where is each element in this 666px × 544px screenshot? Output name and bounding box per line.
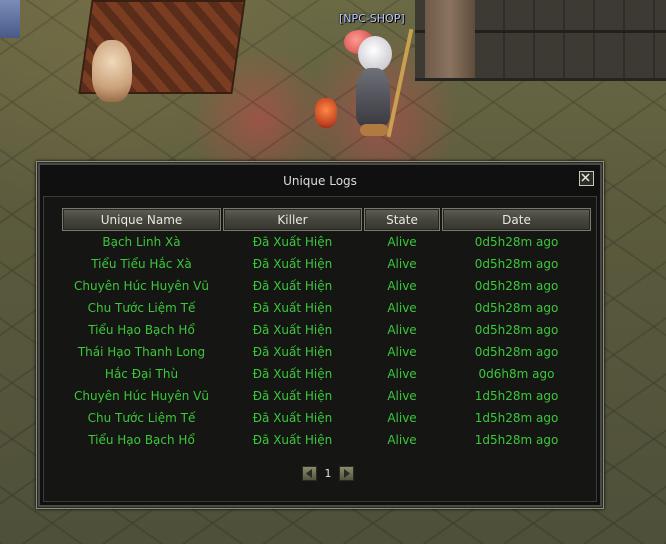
state-cell: Alive bbox=[387, 433, 417, 447]
npc-body bbox=[356, 68, 390, 126]
killer-cell: Đã Xuất Hiện bbox=[252, 433, 333, 447]
killer-cell: Đã Xuất Hiện bbox=[252, 235, 333, 249]
unique-name-cell: Thái Hạo Thanh Long bbox=[77, 345, 206, 359]
pagination: 1 bbox=[302, 465, 354, 481]
column-header-killer[interactable]: Killer bbox=[223, 208, 362, 231]
state-cell: Alive bbox=[387, 411, 417, 425]
unique-logs-table: Unique Name Killer State Date Bạch Linh … bbox=[60, 208, 593, 451]
close-button[interactable] bbox=[579, 171, 594, 186]
arrow-right-icon bbox=[344, 468, 350, 478]
table-row: Chuyên Húc Huyên Vũ Đã Xuất Hiện Alive 1d5h… bbox=[62, 385, 591, 407]
date-cell: 0d5h28m ago bbox=[474, 279, 559, 293]
wall-pillar bbox=[425, 0, 475, 78]
date-cell: 1d5h28m ago bbox=[474, 389, 559, 403]
date-cell: 0d6h8m ago bbox=[478, 367, 555, 381]
killer-cell: Đã Xuất Hiện bbox=[252, 279, 333, 293]
killer-cell: Đã Xuất Hiện bbox=[252, 411, 333, 425]
table-header-row: Unique Name Killer State Date bbox=[62, 208, 591, 231]
column-header-state[interactable]: State bbox=[364, 208, 440, 231]
table-row: Hắc Đại Thù Đã Xuất Hiện Alive 0d6h8m ago bbox=[62, 363, 591, 385]
date-cell: 0d5h28m ago bbox=[474, 323, 559, 337]
unique-name-cell: Chu Tước Liệm Tế bbox=[87, 301, 196, 315]
next-page-button[interactable] bbox=[339, 465, 354, 481]
killer-cell: Đã Xuất Hiện bbox=[252, 345, 333, 359]
killer-cell: Đã Xuất Hiện bbox=[252, 389, 333, 403]
table-row: Bạch Linh Xà Đã Xuất Hiện Alive 0d5h28m ago bbox=[62, 231, 591, 253]
state-cell: Alive bbox=[387, 235, 417, 249]
player-character-partial[interactable] bbox=[0, 0, 20, 38]
table-row: Tiểu Tiểu Hắc Xà Đã Xuất Hiện Alive 0d5h28m… bbox=[62, 253, 591, 275]
unique-name-cell: Chuyên Húc Huyên Vũ bbox=[74, 279, 209, 293]
shop-npc[interactable] bbox=[340, 28, 414, 148]
column-header-date[interactable]: Date bbox=[442, 208, 591, 231]
table-row: Tiểu Hạo Bạch Hổ Đã Xuất Hiện Alive 0d5h28m… bbox=[62, 319, 591, 341]
date-cell: 1d5h28m ago bbox=[474, 433, 559, 447]
npc-head bbox=[358, 36, 392, 72]
unique-logs-window: Unique Logs Unique Name Killer State Dat… bbox=[36, 161, 604, 509]
state-cell: Alive bbox=[387, 279, 417, 293]
unique-name-cell: Chuyên Húc Huyên Vũ bbox=[74, 389, 209, 403]
close-icon bbox=[581, 173, 590, 182]
unique-name-cell: Tiểu Tiểu Hắc Xà bbox=[91, 257, 192, 271]
state-cell: Alive bbox=[387, 367, 417, 381]
unique-name-cell: Hắc Đại Thù bbox=[104, 367, 179, 381]
date-cell: 1d5h28m ago bbox=[474, 411, 559, 425]
state-cell: Alive bbox=[387, 323, 417, 337]
state-cell: Alive bbox=[387, 257, 417, 271]
logs-panel: Unique Name Killer State Date Bạch Linh … bbox=[43, 196, 597, 502]
unique-name-cell: Chu Tước Liệm Tế bbox=[87, 411, 196, 425]
table-row: Chu Tước Liệm Tế Đã Xuất Hiện Alive 0d5h28m… bbox=[62, 297, 591, 319]
killer-cell: Đã Xuất Hiện bbox=[252, 323, 333, 337]
unique-name-cell: Tiểu Hạo Bạch Hổ bbox=[88, 433, 195, 447]
window-title: Unique Logs bbox=[283, 174, 357, 188]
arrow-left-icon bbox=[306, 468, 312, 478]
page-number: 1 bbox=[324, 466, 332, 480]
prev-page-button[interactable] bbox=[302, 465, 317, 481]
killer-cell: Đã Xuất Hiện bbox=[252, 301, 333, 315]
table-row: Tiểu Hạo Bạch Hổ Đã Xuất Hiện Alive 1d5h28m… bbox=[62, 429, 591, 451]
state-cell: Alive bbox=[387, 389, 417, 403]
table-row: Chuyên Húc Huyên Vũ Đã Xuất Hiện Alive 0d5h… bbox=[62, 275, 591, 297]
window-titlebar[interactable]: Unique Logs bbox=[40, 165, 600, 195]
state-cell: Alive bbox=[387, 301, 417, 315]
unique-name-cell: Tiểu Hạo Bạch Hổ bbox=[88, 323, 195, 337]
date-cell: 0d5h28m ago bbox=[474, 257, 559, 271]
killer-cell: Đã Xuất Hiện bbox=[252, 367, 333, 381]
date-cell: 0d5h28m ago bbox=[474, 345, 559, 359]
table-row: Thái Hạo Thanh Long Đã Xuất Hiện Alive 0d5h… bbox=[62, 341, 591, 363]
table-row: Chu Tước Liệm Tế Đã Xuất Hiện Alive 1d5h28m… bbox=[62, 407, 591, 429]
red-pot-item[interactable] bbox=[315, 98, 337, 128]
npc-name-label[interactable]: [NPC-SHOP] bbox=[339, 12, 405, 25]
npc-feet bbox=[360, 124, 388, 136]
npc-staff bbox=[386, 28, 414, 138]
unique-name-cell: Bạch Linh Xà bbox=[102, 235, 181, 249]
state-cell: Alive bbox=[387, 345, 417, 359]
teddy-bear-decoration bbox=[92, 40, 132, 102]
date-cell: 0d5h28m ago bbox=[474, 301, 559, 315]
killer-cell: Đã Xuất Hiện bbox=[252, 257, 333, 271]
column-header-unique-name[interactable]: Unique Name bbox=[62, 208, 221, 231]
date-cell: 0d5h28m ago bbox=[474, 235, 559, 249]
